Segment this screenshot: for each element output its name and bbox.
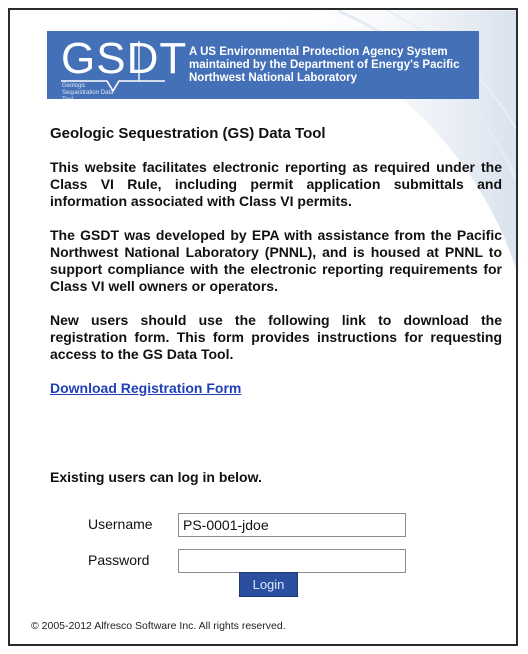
username-label: Username [88, 516, 153, 532]
gsdt-header-banner: GSDT Geologic Sequestration Data Tool A … [47, 31, 479, 99]
login-button[interactable]: Login [239, 572, 298, 597]
pnnl-paragraph: The GSDT was developed by EPA with assis… [50, 227, 502, 294]
username-input[interactable] [178, 513, 406, 537]
main-content: Geologic Sequestration (GS) Data Tool Th… [50, 125, 502, 397]
login-panel: GSDT Geologic Sequestration Data Tool A … [8, 8, 518, 646]
gsdt-logo: GSDT [61, 34, 188, 83]
header-description: A US Environmental Protection Agency Sys… [189, 46, 460, 84]
gsdt-logo-subtitle: Geologic Sequestration Data Tool [62, 83, 114, 99]
password-input[interactable] [178, 549, 406, 573]
new-users-paragraph: New users should use the following link … [50, 312, 502, 362]
password-label: Password [88, 552, 150, 568]
login-heading: Existing users can log in below. [50, 469, 262, 485]
download-registration-form-link[interactable]: Download Registration Form [50, 380, 241, 397]
intro-paragraph: This website facilitates electronic repo… [50, 159, 502, 209]
copyright-text: © 2005-2012 Alfresco Software Inc. All r… [31, 620, 286, 632]
page-title: Geologic Sequestration (GS) Data Tool [50, 125, 326, 142]
